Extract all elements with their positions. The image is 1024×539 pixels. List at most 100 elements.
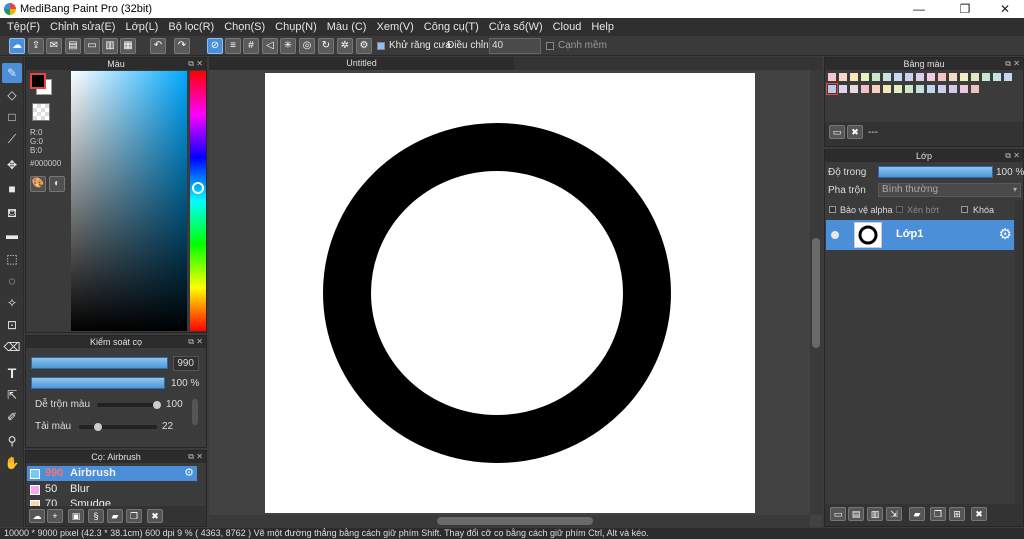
select-rect-tool-icon[interactable]: ⬚: [2, 249, 22, 269]
palette-swatch[interactable]: [904, 72, 914, 82]
magic-wand-tool-icon[interactable]: ✧: [2, 293, 22, 313]
palette-swatch[interactable]: [893, 72, 903, 82]
palette-swatch[interactable]: [849, 84, 859, 94]
add-brush-icon[interactable]: +: [47, 509, 63, 523]
palette-swatch[interactable]: [992, 72, 1002, 82]
horizontal-scroll-thumb[interactable]: [437, 517, 593, 525]
palette-swatch[interactable]: [915, 84, 925, 94]
brush-script-icon[interactable]: §: [88, 509, 104, 523]
rectangle-tool-icon[interactable]: □: [2, 107, 22, 127]
close-icon[interactable]: ✕: [1013, 58, 1020, 70]
new-layer-icon[interactable]: ▭: [830, 507, 846, 521]
layer-row[interactable]: Lớp1 ⚙: [826, 220, 1014, 250]
float-icon[interactable]: ⧉: [188, 336, 194, 348]
menu-help[interactable]: Help: [586, 21, 619, 33]
circle-snap-icon[interactable]: ◎: [299, 38, 315, 54]
palette-swatch[interactable]: [904, 84, 914, 94]
new-1bit-layer-icon[interactable]: ▥: [867, 507, 883, 521]
palette-swatch[interactable]: [1003, 72, 1013, 82]
blend-slider-track[interactable]: [97, 403, 161, 407]
text-tool-icon[interactable]: T: [2, 363, 22, 383]
adjust-input[interactable]: 40: [489, 38, 541, 54]
smooth-edge-checkbox[interactable]: [546, 42, 554, 50]
palette-swatch[interactable]: [871, 84, 881, 94]
message-icon[interactable]: ▤: [65, 38, 81, 54]
document-icon[interactable]: ▭: [84, 38, 100, 54]
transparent-color-swatch[interactable]: [32, 103, 50, 121]
close-button[interactable]: ✕: [990, 0, 1020, 18]
vanishing-snap-icon[interactable]: ◁: [262, 38, 278, 54]
hue-slider[interactable]: [190, 71, 206, 331]
foreground-color-swatch[interactable]: [30, 73, 46, 89]
fill-rect-tool-icon[interactable]: ■: [2, 179, 22, 199]
palette-swatch[interactable]: [893, 84, 903, 94]
page-icon[interactable]: ▥: [102, 38, 118, 54]
delete-icon[interactable]: ✖: [147, 509, 163, 523]
palette-swatch[interactable]: [959, 84, 969, 94]
curve-snap-icon[interactable]: ↻: [318, 38, 334, 54]
select-eraser-tool-icon[interactable]: ⌫: [2, 337, 22, 357]
new-8bit-layer-icon[interactable]: ⇲: [886, 507, 902, 521]
palette-swatch[interactable]: [948, 84, 958, 94]
cloud-brush-icon[interactable]: ☁: [29, 509, 45, 523]
undo-icon[interactable]: ↶: [150, 38, 166, 54]
lasso-tool-icon[interactable]: ◌: [2, 271, 22, 291]
delete-layer-icon[interactable]: ✖: [971, 507, 987, 521]
palette-swatch[interactable]: [871, 72, 881, 82]
blend-mode-select[interactable]: Bình thường ▾: [878, 183, 1021, 197]
minimize-button[interactable]: —: [904, 0, 934, 18]
menu-select[interactable]: Chọn(S): [219, 21, 270, 33]
palette-swatch[interactable]: [826, 83, 838, 95]
grid-icon[interactable]: ▦: [120, 38, 136, 54]
palette-swatch[interactable]: [838, 84, 848, 94]
menu-snap[interactable]: Chụp(N): [270, 21, 322, 33]
lock-checkbox[interactable]: [961, 206, 968, 213]
protect-alpha-checkbox[interactable]: [829, 206, 836, 213]
new-halftone-layer-icon[interactable]: ▤: [848, 507, 864, 521]
blend-slider-knob[interactable]: [153, 401, 161, 409]
operation-tool-icon[interactable]: ⇱: [2, 385, 22, 405]
restore-button[interactable]: ❐: [950, 0, 980, 18]
float-icon[interactable]: ⧉: [1005, 58, 1011, 70]
menu-color[interactable]: Màu (C): [322, 21, 372, 33]
brush-item-airbrush[interactable]: 990 Airbrush ⚙: [27, 466, 197, 481]
menu-edit[interactable]: Chỉnh sửa(E): [45, 21, 120, 33]
palette-swatch[interactable]: [849, 72, 859, 82]
eraser-tool-icon[interactable]: ◇: [2, 85, 22, 105]
palette-swatch[interactable]: [937, 72, 947, 82]
menu-filter[interactable]: Bộ lọc(R): [163, 21, 219, 33]
snap-off-icon[interactable]: ⊘: [207, 38, 223, 54]
vertical-scroll-thumb[interactable]: [812, 238, 820, 348]
menu-file[interactable]: Tệp(F): [2, 21, 45, 33]
load-slider-knob[interactable]: [94, 423, 102, 431]
close-icon[interactable]: ✕: [196, 336, 203, 348]
gear-icon[interactable]: ⚙: [999, 226, 1012, 244]
palette-swatch[interactable]: [926, 72, 936, 82]
parallel-snap-icon[interactable]: ≡: [225, 38, 241, 54]
duplicate-icon[interactable]: ❐: [126, 509, 142, 523]
brush-opacity-slider[interactable]: [31, 377, 165, 389]
load-slider-track[interactable]: [79, 425, 157, 429]
close-icon[interactable]: ✕: [196, 451, 203, 463]
hand-tool-icon[interactable]: ✋: [2, 453, 22, 473]
menu-cloud[interactable]: Cloud: [548, 21, 587, 33]
brush-item-blur[interactable]: 50 Blur: [27, 482, 197, 497]
radial-snap-icon[interactable]: ✳: [280, 38, 296, 54]
share-icon[interactable]: ⇪: [28, 38, 44, 54]
saturation-value-picker[interactable]: [71, 71, 187, 331]
vertical-scrollbar[interactable]: [810, 70, 822, 515]
brush-control-scrollbar[interactable]: [192, 399, 198, 425]
merge-layer-icon[interactable]: ⊞: [949, 507, 965, 521]
add-brush-from-image-icon[interactable]: ▣: [68, 509, 84, 523]
layer-scrollbar[interactable]: [1015, 200, 1023, 505]
horizontal-scrollbar[interactable]: [209, 515, 810, 527]
folder-icon[interactable]: ▰: [107, 509, 123, 523]
float-icon[interactable]: ⧉: [1005, 150, 1011, 162]
palette-swatch[interactable]: [827, 72, 837, 82]
divide-tool-icon[interactable]: ✐: [2, 407, 22, 427]
gradient-tool-icon[interactable]: ▬: [2, 225, 22, 245]
clipping-checkbox[interactable]: [896, 206, 903, 213]
palette-swatch[interactable]: [882, 84, 892, 94]
brush-tool-icon[interactable]: ✎: [2, 63, 22, 83]
palette-swatch[interactable]: [948, 72, 958, 82]
